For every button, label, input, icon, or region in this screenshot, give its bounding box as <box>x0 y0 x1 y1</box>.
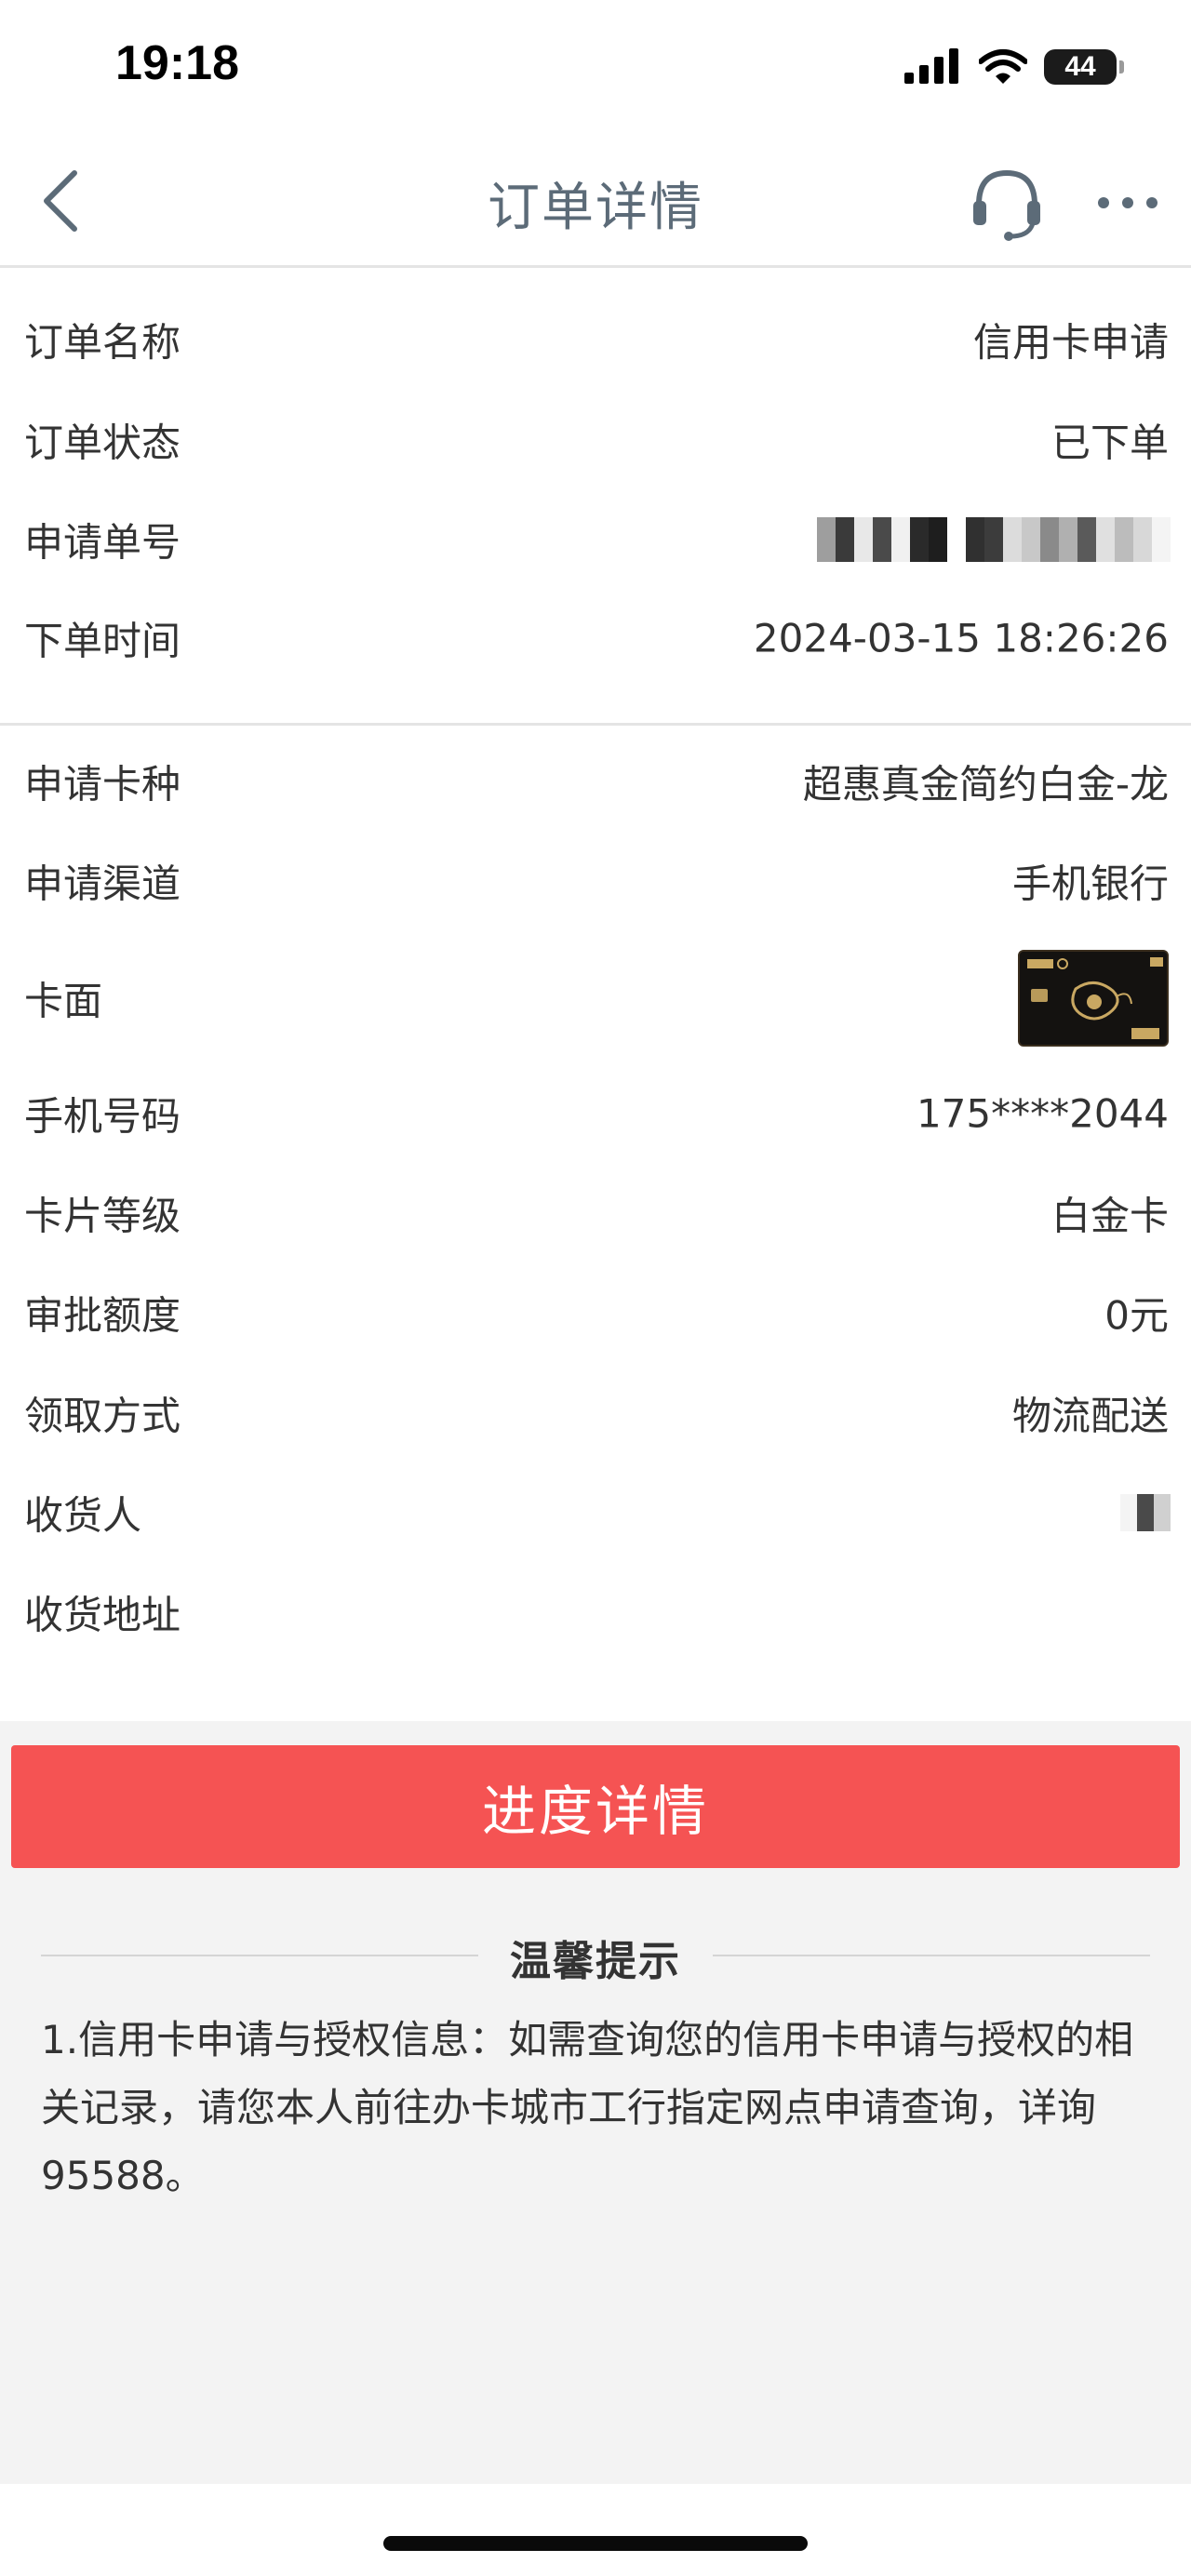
address-row: 收货地址 <box>0 1566 1191 1659</box>
card-type-label: 申请卡种 <box>24 761 181 808</box>
card-level-row: 卡片等级 白金卡 <box>0 1167 1191 1260</box>
tips-divider-right <box>713 1955 1150 1956</box>
card-face-row: 卡面 <box>0 933 1191 1063</box>
order-status-row: 订单状态 已下单 <box>0 394 1191 487</box>
redacted-receiver-name <box>1120 1494 1171 1531</box>
order-status-label: 订单状态 <box>24 420 181 466</box>
status-time: 19:18 <box>115 36 239 90</box>
card-level-value: 白金卡 <box>1050 1193 1169 1239</box>
channel-value: 手机银行 <box>1011 861 1169 907</box>
phone-row: 手机号码 175****2044 <box>0 1067 1191 1160</box>
card-face-image[interactable] <box>1018 950 1169 1047</box>
more-options-icon[interactable] <box>1094 184 1161 221</box>
order-time-row: 下单时间 2024-03-15 18:26:26 <box>0 592 1191 685</box>
receiver-label: 收货人 <box>24 1492 142 1539</box>
delivery-method-row: 领取方式 物流配送 <box>0 1367 1191 1460</box>
order-info-section: 订单名称 信用卡申请 订单状态 已下单 申请单号 下单时间 2024-03-15… <box>0 270 1191 726</box>
order-time-label: 下单时间 <box>24 618 181 664</box>
cellular-signal-icon <box>904 48 958 84</box>
phone-label: 手机号码 <box>24 1093 181 1140</box>
order-name-value: 信用卡申请 <box>972 319 1169 366</box>
approved-limit-row: 审批额度 0元 <box>0 1266 1191 1359</box>
delivery-method-label: 领取方式 <box>24 1393 181 1439</box>
card-info-section: 申请卡种 超惠真金简约白金-龙 申请渠道 手机银行 卡面 手机号码 175***… <box>0 735 1191 1721</box>
tips-title: 温馨提示 <box>510 1938 681 1985</box>
nav-bar: 订单详情 <box>0 130 1191 268</box>
approved-limit-label: 审批额度 <box>24 1292 181 1339</box>
customer-service-headset-icon[interactable] <box>968 164 1046 242</box>
order-time-value: 2024-03-15 18:26:26 <box>753 615 1169 661</box>
approved-limit-value: 0元 <box>1104 1292 1169 1339</box>
channel-label: 申请渠道 <box>24 861 181 907</box>
wifi-icon <box>979 49 1027 84</box>
status-bar: 19:18 44 <box>0 0 1191 130</box>
order-name-label: 订单名称 <box>24 319 181 366</box>
address-label: 收货地址 <box>24 1592 181 1638</box>
tips-header: 温馨提示 <box>41 1928 1150 1985</box>
order-name-row: 订单名称 信用卡申请 <box>0 293 1191 386</box>
card-face-label: 卡面 <box>24 978 103 1024</box>
application-number-row: 申请单号 <box>0 493 1191 586</box>
battery-icon: 44 <box>1044 49 1124 85</box>
redacted-application-number <box>798 517 1171 562</box>
card-level-label: 卡片等级 <box>24 1193 181 1239</box>
tips-text: 1.信用卡申请与授权信息：如需查询您的信用卡申请与授权的相关记录，请您本人前往办… <box>41 2017 1134 2198</box>
credit-card-dragon-icon <box>1020 952 1167 1045</box>
application-number-label: 申请单号 <box>24 519 181 566</box>
progress-details-button[interactable]: 进度详情 <box>11 1745 1180 1868</box>
channel-row: 申请渠道 手机银行 <box>0 834 1191 928</box>
delivery-method-value: 物流配送 <box>1011 1393 1169 1439</box>
bottom-area: 进度详情 温馨提示 1.信用卡申请与授权信息：如需查询您的信用卡申请与授权的相关… <box>0 1721 1191 2484</box>
phone-value: 175****2044 <box>916 1090 1169 1137</box>
card-type-row: 申请卡种 超惠真金简约白金-龙 <box>0 735 1191 828</box>
card-type-value: 超惠真金简约白金-龙 <box>802 761 1169 808</box>
receiver-row: 收货人 <box>0 1466 1191 1559</box>
home-indicator <box>383 2536 808 2551</box>
status-icons: 44 <box>904 45 1124 89</box>
order-status-value: 已下单 <box>1050 420 1169 466</box>
